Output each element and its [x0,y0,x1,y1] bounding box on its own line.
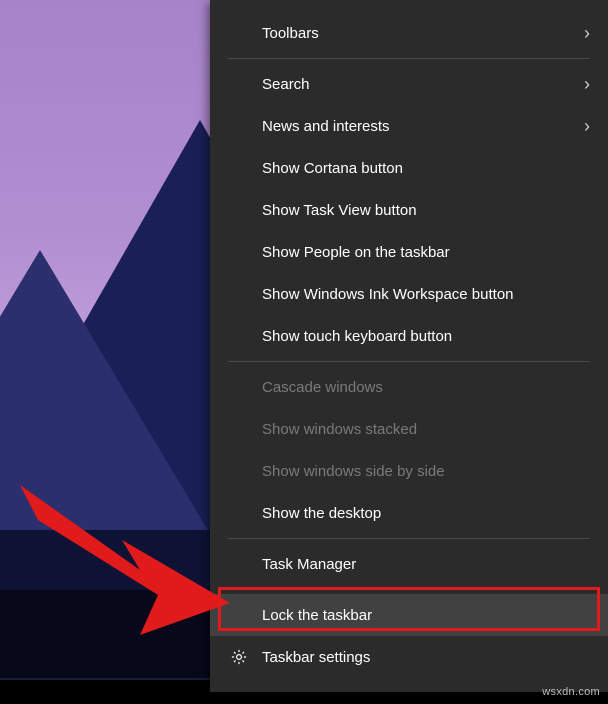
menu-item-task-manager[interactable]: Task Manager [210,543,608,585]
screenshot-root: Toolbars › Search › News and interests ›… [0,0,608,704]
menu-separator [228,589,590,590]
menu-item-stacked: Show windows stacked [210,408,608,450]
menu-item-toolbars[interactable]: Toolbars › [210,12,608,54]
taskbar-context-menu: Toolbars › Search › News and interests ›… [210,0,608,692]
gear-icon [230,648,248,666]
menu-item-label: Cascade windows [262,379,590,396]
menu-separator [228,361,590,362]
menu-item-label: Taskbar settings [262,649,590,666]
menu-item-label: Lock the taskbar [262,607,590,624]
menu-item-label: Show Windows Ink Workspace button [262,286,590,303]
menu-item-label: Show People on the taskbar [262,244,590,261]
menu-item-search[interactable]: Search › [210,63,608,105]
menu-separator [228,58,590,59]
menu-item-taskbar-settings[interactable]: Taskbar settings [210,636,608,678]
menu-item-label: Toolbars [262,25,584,42]
menu-item-label: Show Cortana button [262,160,590,177]
menu-item-lock-taskbar[interactable]: Lock the taskbar [210,594,608,636]
menu-item-label: Show Task View button [262,202,590,219]
menu-item-show-desktop[interactable]: Show the desktop [210,492,608,534]
menu-item-news-interests[interactable]: News and interests › [210,105,608,147]
menu-item-label: Search [262,76,584,93]
chevron-right-icon: › [584,23,590,44]
menu-item-show-people[interactable]: Show People on the taskbar [210,231,608,273]
chevron-right-icon: › [584,116,590,137]
menu-item-label: Show windows stacked [262,421,590,438]
menu-item-label: Show touch keyboard button [262,328,590,345]
menu-item-label: Show windows side by side [262,463,590,480]
menu-item-side-by-side: Show windows side by side [210,450,608,492]
menu-item-show-cortana[interactable]: Show Cortana button [210,147,608,189]
menu-item-cascade-windows: Cascade windows [210,366,608,408]
chevron-right-icon: › [584,74,590,95]
menu-separator [228,538,590,539]
menu-item-label: News and interests [262,118,584,135]
menu-item-show-task-view[interactable]: Show Task View button [210,189,608,231]
menu-item-show-touch-keyboard[interactable]: Show touch keyboard button [210,315,608,357]
menu-item-label: Task Manager [262,556,590,573]
menu-item-show-ink-workspace[interactable]: Show Windows Ink Workspace button [210,273,608,315]
menu-item-label: Show the desktop [262,505,590,522]
watermark-text: wsxdn.com [542,686,600,698]
